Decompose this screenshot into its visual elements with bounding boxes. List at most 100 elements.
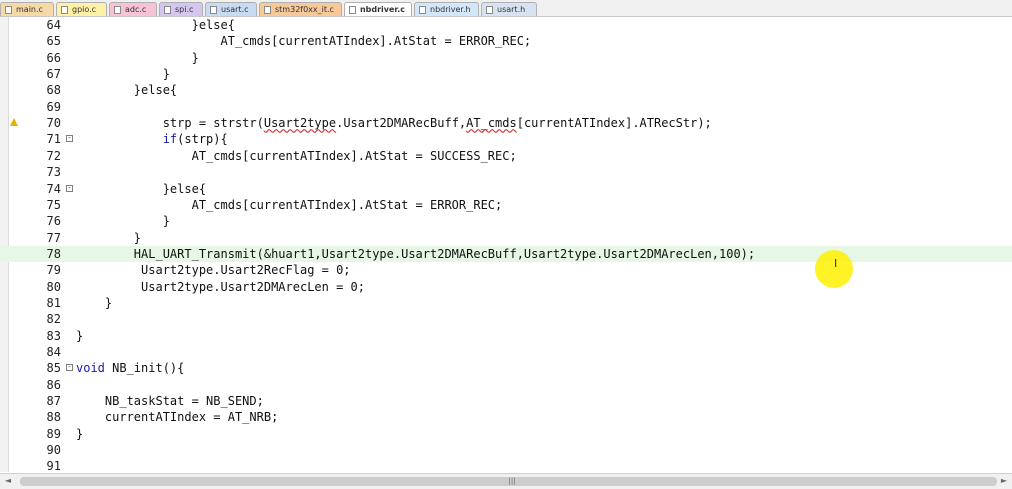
line-number: 74 [46,181,61,196]
code-line-72[interactable]: 72 AT_cmds[currentATIndex].AtStat = SUCC… [0,148,1012,164]
code-line-84[interactable]: 84 [0,344,1012,360]
code-text[interactable]: } [76,230,141,246]
code-text[interactable]: AT_cmds[currentATIndex].AtStat = ERROR_R… [76,197,503,213]
code-line-78[interactable]: 78 HAL_UART_Transmit(&huart1,Usart2type.… [0,245,1012,263]
code-text[interactable]: Usart2type.Usart2DMArecLen = 0; [76,279,365,295]
tab-label: adc.c [125,5,147,14]
line-number: 68 [46,83,61,98]
line-number: 90 [46,443,61,458]
line-number: 72 [46,148,61,163]
tab-nbdriver-c[interactable]: nbdriver.c [344,2,412,16]
code-line-79[interactable]: 79 Usart2type.Usart2RecFlag = 0; [0,262,1012,278]
code-line-65[interactable]: 65 AT_cmds[currentATIndex].AtStat = ERRO… [0,33,1012,49]
line-number: 70 [46,116,61,131]
code-line-68[interactable]: 68 }else{ [0,82,1012,98]
scroll-left-icon[interactable]: ◄ [2,476,14,486]
line-number: 69 [46,99,61,114]
tab-spi-c[interactable]: spi.c [159,2,203,16]
code-line-66[interactable]: 66 } [0,50,1012,66]
tab-main-c[interactable]: main.c [0,2,54,16]
line-number: 79 [46,263,61,278]
tab-label: main.c [16,5,43,14]
tab-label: usart.h [497,5,526,14]
horizontal-scrollbar[interactable]: ◄ ||| ► [0,473,1012,489]
line-number: 78 [46,246,61,261]
line-number: 89 [46,426,61,441]
warning-icon[interactable] [10,118,18,127]
code-line-67[interactable]: 67 } [0,66,1012,82]
line-number: 71 [46,132,61,147]
code-line-86[interactable]: 86 [0,377,1012,393]
code-line-88[interactable]: 88 currentATIndex = AT_NRB; [0,409,1012,425]
code-line-71[interactable]: 71- if(strp){ [0,131,1012,147]
file-icon [114,5,121,14]
code-line-91[interactable]: 91 [0,458,1012,472]
code-editor[interactable]: 64 }else{65 AT_cmds[currentATIndex].AtSt… [0,17,1012,472]
code-line-81[interactable]: 81 } [0,295,1012,311]
code-text[interactable]: if(strp){ [76,131,228,147]
code-line-83[interactable]: 83} [0,328,1012,344]
code-text[interactable]: } [76,213,170,229]
line-number: 84 [46,345,61,359]
code-line-82[interactable]: 82 [0,311,1012,327]
code-line-70[interactable]: 70 strp = strstr(Usart2type.Usart2DMARec… [0,115,1012,131]
tab-label: spi.c [175,5,194,14]
code-text[interactable]: }else{ [76,82,177,98]
code-line-87[interactable]: 87 NB_taskStat = NB_SEND; [0,393,1012,409]
scrollbar-thumb[interactable]: ||| [20,477,997,486]
code-text[interactable]: }else{ [76,181,206,197]
code-line-77[interactable]: 77 } [0,230,1012,246]
code-text[interactable]: } [76,426,83,442]
line-number: 88 [46,410,61,425]
code-text[interactable]: } [76,328,83,344]
code-line-64[interactable]: 64 }else{ [0,17,1012,33]
code-text[interactable]: }else{ [76,17,235,33]
code-text[interactable]: AT_cmds[currentATIndex].AtStat = SUCCESS… [76,148,517,164]
line-number: 64 [46,18,61,32]
code-text[interactable]: NB_taskStat = NB_SEND; [76,393,264,409]
file-icon [5,5,12,14]
code-text[interactable]: } [76,50,199,66]
code-text[interactable]: Usart2type.Usart2RecFlag = 0; [76,262,351,278]
tab-usart-c[interactable]: usart.c [205,2,257,16]
code-line-74[interactable]: 74- }else{ [0,181,1012,197]
code-text[interactable]: void NB_init(){ [76,360,184,376]
code-line-75[interactable]: 75 AT_cmds[currentATIndex].AtStat = ERRO… [0,197,1012,213]
code-text[interactable]: } [76,295,112,311]
tab-adc-c[interactable]: adc.c [109,2,157,16]
file-icon [419,5,426,14]
code-line-80[interactable]: 80 Usart2type.Usart2DMArecLen = 0; [0,279,1012,295]
code-line-90[interactable]: 90 [0,442,1012,458]
code-line-89[interactable]: 89} [0,426,1012,442]
tab-label: usart.c [221,5,249,14]
code-text[interactable]: AT_cmds[currentATIndex].AtStat = ERROR_R… [76,33,531,49]
file-icon [486,5,493,14]
tab-usart-h[interactable]: usart.h [481,2,537,16]
file-icon [210,5,217,14]
tab-label: gpio.c [72,5,97,14]
code-text[interactable]: HAL_UART_Transmit(&huart1,Usart2type.Usa… [76,246,755,262]
fold-toggle-icon[interactable]: - [66,184,73,192]
code-text[interactable]: } [76,66,170,82]
line-number: 82 [46,312,61,327]
code-line-85[interactable]: 85- void NB_init(){ [0,360,1012,376]
line-number: 87 [46,394,61,409]
fold-toggle-icon[interactable]: - [66,364,73,372]
fold-toggle-icon[interactable]: - [66,135,73,143]
tab-label: nbdriver.h [430,5,471,14]
file-icon [164,5,171,14]
tab-label: nbdriver.c [359,5,405,14]
line-number: 91 [46,459,61,472]
code-line-76[interactable]: 76 } [0,213,1012,229]
tab-nbdriver-h[interactable]: nbdriver.h [414,2,479,16]
tab-stm32f0xx-it-c[interactable]: stm32f0xx_it.c [259,2,342,16]
code-line-73[interactable]: 73 [0,164,1012,180]
scroll-right-icon[interactable]: ► [998,476,1010,486]
tab-gpio-c[interactable]: gpio.c [56,2,107,16]
code-text[interactable]: strp = strstr(Usart2type.Usart2DMARecBuf… [76,115,712,131]
line-number: 86 [46,377,61,392]
code-text[interactable]: currentATIndex = AT_NRB; [76,409,278,425]
file-icon [349,5,356,14]
tab-label: stm32f0xx_it.c [275,5,334,14]
code-line-69[interactable]: 69 [0,99,1012,115]
